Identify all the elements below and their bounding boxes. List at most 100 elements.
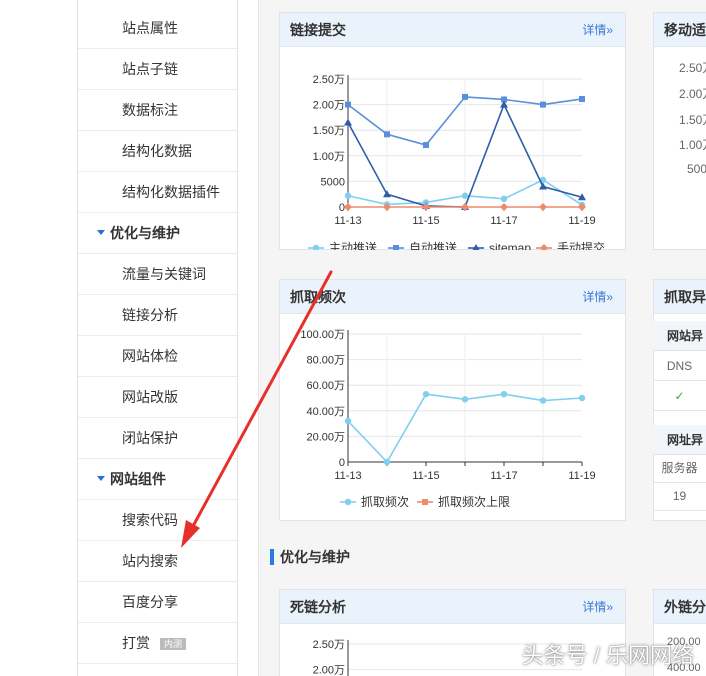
sidebar-item[interactable]: 站点子链 [78,49,237,90]
sidebar-item[interactable]: 闭站保护 [78,418,237,459]
caret-down-icon [97,230,105,235]
sidebar-item[interactable]: 结构化数据 [78,131,237,172]
x-tick-label: 11-19 [568,215,595,227]
link-submit-chart: 2.50万 2.00万 1.50万 1.00万 5000 011-13 11-15 11-17… [308,74,605,250]
sidebar-section-header[interactable]: 优化与维护 [78,213,237,254]
mobile-adapt-header: 移动适 [654,13,706,47]
sidebar-item[interactable]: 打赏 内测 [78,623,237,664]
crawl-frequency-header: 抓取频次 详情» [280,280,625,314]
x-tick-label: 11-17 [490,470,517,482]
data-point [539,397,547,404]
sidebar-item[interactable]: 网站体检 [78,336,237,377]
data-point [579,95,585,102]
crawl-error-table-cell: 19 [653,481,706,511]
data-point [423,142,429,149]
sidebar-right-border [237,0,238,676]
mobile-tick-label: 2.00万 [679,87,706,101]
data-point [462,93,468,100]
data-point [578,394,586,402]
dead-link-more-link[interactable]: 详情» [582,590,613,623]
mobile-tick-label: 1.00万 [679,138,706,152]
legend-label: sitemap [489,241,531,250]
data-point [422,499,428,505]
crawl-frequency-title: 抓取频次 [290,289,346,305]
sidebar-item-label: 结构化数据 [122,143,192,159]
external-link-title: 外链分 [664,599,706,615]
data-point [422,390,430,398]
sidebar-item[interactable]: 站点属性 [78,8,237,49]
data-point [344,203,352,211]
sidebar-item[interactable]: 数据标注 [78,90,237,131]
data-point [539,203,547,211]
y-tick-label: 0 [339,457,345,469]
sidebar-item[interactable]: 搜索代码 [78,500,237,541]
data-point [500,203,508,211]
y-tick-label: 2.00万 [313,665,345,676]
sidebar-section-header[interactable]: 网站组件 [78,459,237,500]
data-point [345,101,351,108]
sidebar-item-label: 网站体检 [122,348,178,364]
data-point [344,118,352,126]
section-title: 优化与维护 [270,548,350,566]
x-tick-label: 11-13 [334,470,361,482]
beta-badge: 内测 [160,638,187,651]
y-tick-label: 100.00万 [300,329,345,341]
y-tick-label: 2.50万 [313,74,345,86]
sidebar-item[interactable]: 百度分享 [78,582,237,623]
data-point [472,244,480,250]
legend-label: 抓取频次 [361,495,409,509]
crawl-frequency-card: 抓取频次 详情» 100.00万 80.00万 60.00万 40.00万 20.00万… [279,279,626,521]
link-submit-title: 链接提交 [290,22,346,38]
y-tick-label: 60.00万 [306,380,345,392]
data-point [383,190,391,198]
crawl-error-table-cell: 服务器 [653,453,706,483]
y-tick-label: 80.00万 [306,355,345,367]
x-tick-label: 11-17 [490,215,517,227]
mobile-adapt-card: 移动适 [653,12,706,250]
sidebar-item[interactable]: 结构化数据插件 [78,172,237,213]
sidebar-item[interactable]: 链接分析 [78,295,237,336]
x-tick-label: 11-19 [568,470,595,482]
crawl-frequency-chart: 100.00万 80.00万 60.00万 40.00万 20.00万 011-13 11-… [300,329,595,509]
crawl-error-header: 抓取异 [654,280,706,314]
dead-link-title: 死链分析 [290,599,346,615]
sidebar-item-label: 搜索代码 [122,512,178,528]
sidebar-item[interactable]: 站内搜索 [78,541,237,582]
y-tick-label: 0 [339,202,345,214]
sidebar-item-label: 优化与维护 [110,225,180,241]
link-submit-more-link[interactable]: 详情» [582,13,613,46]
sidebar-item-label: 打赏 [122,635,150,651]
sidebar-item[interactable]: 网站改版 [78,377,237,418]
y-tick-label: 1.00万 [313,151,345,163]
data-point [540,244,548,250]
data-point [500,390,508,398]
external-link-header: 外链分 [654,590,706,624]
data-point [540,101,546,108]
sidebar: 站点属性站点子链数据标注结构化数据结构化数据插件优化与维护流量与关键词 链接分析网… [0,0,250,676]
check-icon: ✓ [653,381,706,411]
legend-label: 手动提交 [557,240,605,250]
data-point [539,182,547,190]
link-submit-card: 链接提交 详情» 2.50万 2.00万 1.50万 1.00万 5000 0 11-13 1… [279,12,626,250]
y-tick-label: 40.00万 [306,406,345,418]
sidebar-item[interactable]: 流量与关键词 [78,254,237,295]
mobile-tick-label: 1.50万 [679,113,706,127]
sidebar-item-label: 网站改版 [122,389,178,405]
sidebar-item-label: 站点子链 [122,61,178,77]
sidebar-item-label: 数据标注 [122,102,178,118]
caret-down-icon [97,476,105,481]
data-point [393,245,399,250]
y-tick-label: 2.00万 [313,100,345,112]
x-tick-label: 11-15 [412,215,439,227]
crawl-error-table-header: 网址异 [653,425,706,455]
crawl-error-title: 抓取异 [664,289,706,305]
y-tick-label: 2.50万 [313,639,345,651]
crawl-frequency-more-link[interactable]: 详情» [582,280,613,313]
data-point [383,458,391,466]
sidebar-item-label: 闭站保护 [122,430,178,446]
legend-label: 主动推送 [329,240,377,250]
data-point [344,192,352,199]
mobile-tick-label: 2.50万 [679,61,706,75]
x-tick-label: 11-13 [334,215,361,227]
sidebar-item-label: 站点属性 [122,20,178,36]
